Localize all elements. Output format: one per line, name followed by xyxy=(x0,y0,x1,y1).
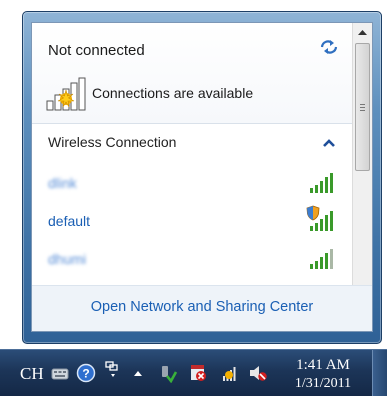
keyboard-icon[interactable] xyxy=(50,363,70,383)
network-item-default[interactable]: default xyxy=(32,203,352,241)
language-indicator[interactable]: CH xyxy=(20,364,44,384)
refresh-icon[interactable] xyxy=(319,38,339,56)
show-desktop-button[interactable] xyxy=(372,350,387,396)
chevron-up-icon[interactable] xyxy=(323,138,335,148)
signal-strength-icon xyxy=(310,249,333,269)
safely-remove-hardware-icon[interactable] xyxy=(158,363,178,383)
connection-status-header: Not connected Connections are available xyxy=(32,23,352,123)
connections-available-label: Connections are available xyxy=(92,85,254,101)
volume-muted-icon[interactable] xyxy=(248,363,268,383)
pen-icon[interactable] xyxy=(103,359,123,379)
network-icon[interactable] xyxy=(220,363,240,383)
help-icon[interactable]: ? xyxy=(76,363,96,383)
flyout-footer: Open Network and Sharing Center xyxy=(32,285,372,331)
network-item-dlink[interactable]: dlink xyxy=(32,165,352,203)
show-hidden-icons-icon[interactable] xyxy=(128,363,148,383)
clock-time[interactable]: 1:41 AM xyxy=(282,357,364,374)
wireless-section-title: Wireless Connection xyxy=(48,134,177,150)
clock-date[interactable]: 1/31/2011 xyxy=(282,376,364,392)
svg-text:?: ? xyxy=(82,367,89,381)
action-center-icon[interactable] xyxy=(188,363,208,383)
network-available-icon xyxy=(46,77,86,111)
scroll-up-arrow-icon[interactable] xyxy=(355,26,370,40)
shield-icon xyxy=(306,205,320,221)
open-network-sharing-center-link[interactable]: Open Network and Sharing Center xyxy=(32,299,372,315)
vertical-scrollbar[interactable] xyxy=(352,23,372,285)
network-item-dhumi[interactable]: dhumi xyxy=(32,241,352,279)
signal-strength-icon xyxy=(310,173,333,193)
network-flyout: Not connected Connections are available … xyxy=(31,22,373,332)
taskbar: CH ? 1:41 AM 1/31/2011 xyxy=(0,349,387,396)
connection-status-title: Not connected xyxy=(48,42,145,59)
divider xyxy=(32,123,352,124)
thumb-grip xyxy=(360,110,365,111)
thumb-grip xyxy=(360,104,365,105)
thumb-grip xyxy=(360,107,365,108)
network-name: dhumi xyxy=(48,251,87,267)
network-name: default xyxy=(48,213,91,229)
network-name: dlink xyxy=(48,175,77,191)
scrollbar-thumb[interactable] xyxy=(355,43,370,171)
